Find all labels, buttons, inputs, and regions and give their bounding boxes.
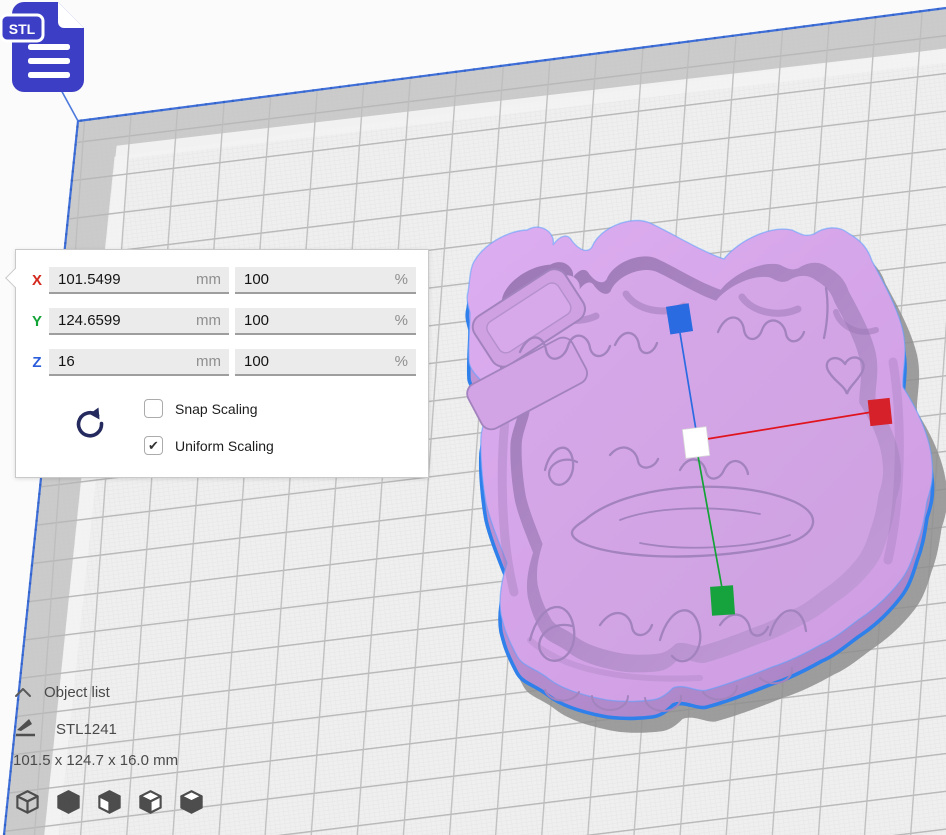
mesh-type-icon — [14, 717, 38, 739]
y-percent-unit: % — [395, 312, 416, 329]
camera-view-toolbar — [14, 789, 205, 816]
snap-scaling-checkbox[interactable] — [144, 399, 163, 418]
y-axis-label: Y — [26, 313, 48, 330]
y-size-unit: mm — [196, 312, 229, 329]
model-dimensions-label: 101.5 x 124.7 x 16.0 mm — [13, 752, 178, 769]
right-side-view-icon — [178, 789, 205, 816]
reset-arrow-icon — [73, 406, 107, 440]
stl-file-icon: STL — [0, 0, 96, 100]
left-side-view-icon — [137, 789, 164, 816]
uniform-scaling-row: ✔ Uniform Scaling — [144, 436, 274, 455]
view-right-side-button[interactable] — [178, 789, 205, 816]
x-size-input[interactable] — [49, 271, 196, 288]
snap-scaling-label: Snap Scaling — [175, 401, 258, 417]
z-size-input[interactable] — [49, 353, 196, 370]
object-list-header[interactable]: Object list — [44, 684, 110, 701]
scale-row-z: Z mm % — [16, 349, 428, 376]
x-size-unit: mm — [196, 271, 229, 288]
view-top-button[interactable] — [96, 789, 123, 816]
z-percent-input[interactable] — [235, 353, 395, 370]
top-view-icon — [96, 789, 123, 816]
object-list-item[interactable]: STL1241 — [56, 721, 117, 738]
uniform-scaling-checkbox[interactable]: ✔ — [144, 436, 163, 455]
x-percent-unit: % — [395, 271, 416, 288]
view-left-side-button[interactable] — [137, 789, 164, 816]
view-3d-button[interactable] — [14, 789, 41, 816]
scale-row-x: X mm % — [16, 267, 428, 294]
y-scale-handle[interactable] — [710, 585, 735, 616]
center-scale-handle[interactable] — [682, 427, 709, 459]
chevron-up-icon[interactable] — [14, 687, 32, 698]
x-scale-handle[interactable] — [868, 398, 893, 426]
z-axis-label: Z — [26, 354, 48, 371]
front-view-icon — [55, 789, 82, 816]
y-percent-input[interactable] — [235, 312, 395, 329]
scale-row-y: Y mm % — [16, 308, 428, 335]
uniform-scaling-label: Uniform Scaling — [175, 438, 274, 454]
x-percent-input[interactable] — [235, 271, 395, 288]
3d-view-icon — [14, 789, 41, 816]
reset-scale-button[interactable] — [72, 406, 108, 442]
application-window: STL X mm % Y mm % — [0, 0, 946, 835]
view-front-button[interactable] — [55, 789, 82, 816]
scale-tool-panel: X mm % Y mm % Z mm — [15, 249, 429, 478]
z-scale-handle[interactable] — [666, 303, 693, 334]
y-size-input[interactable] — [49, 312, 196, 329]
x-axis-label: X — [26, 272, 48, 289]
z-percent-unit: % — [395, 353, 416, 370]
snap-scaling-row: Snap Scaling — [144, 399, 258, 418]
stl-badge-label: STL — [9, 21, 36, 37]
z-size-unit: mm — [196, 353, 229, 370]
